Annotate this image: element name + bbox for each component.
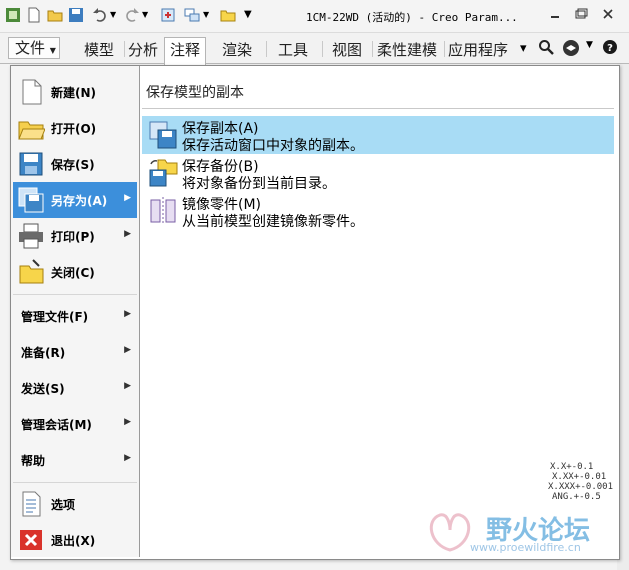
tab-applications[interactable]: 应用程序 — [448, 39, 508, 60]
dropdown-icon[interactable]: ▼ — [142, 10, 158, 26]
menu-item-new[interactable]: 新建(N) — [13, 74, 137, 110]
menu-item-help[interactable]: 帮助 ▶ — [13, 442, 137, 478]
submenu-arrow-icon: ▶ — [124, 381, 131, 391]
save-as-icon — [18, 187, 44, 213]
mirror-part-icon — [150, 197, 176, 225]
tab-render[interactable]: 渲染 — [222, 39, 252, 60]
tab-annotate[interactable]: 注释 — [164, 37, 207, 65]
tab-model[interactable]: 模型 — [84, 39, 114, 60]
regenerate-icon[interactable] — [160, 7, 176, 23]
close-folder-icon — [19, 259, 44, 284]
save-backup-icon — [149, 159, 178, 187]
tab-tools[interactable]: 工具 — [278, 39, 308, 60]
window-title: 1CM-22WD (活动的) - Creo Param... — [306, 11, 518, 24]
save-icon[interactable] — [68, 7, 84, 23]
tab-analysis[interactable]: 分析 — [128, 39, 158, 60]
submenu-arrow-icon: ▶ — [124, 229, 131, 239]
submenu-item-save-backup[interactable]: 保存备份(B) 将对象备份到当前目录。 — [142, 154, 614, 192]
open-folder-icon — [18, 121, 45, 140]
search-icon[interactable] — [538, 39, 554, 55]
menu-item-close[interactable]: 关闭(C) — [13, 254, 137, 290]
menu-item-manage-file[interactable]: 管理文件(F) ▶ — [13, 298, 137, 334]
submenu-arrow-icon: ▶ — [124, 453, 131, 463]
menu-item-options[interactable]: 选项 — [13, 486, 137, 522]
windows-icon[interactable] — [184, 7, 200, 23]
submenu-arrow-icon: ▶ — [124, 345, 131, 355]
new-icon[interactable] — [26, 7, 42, 23]
menu-item-exit[interactable]: 退出(X) — [13, 522, 137, 558]
svg-text:?: ? — [607, 43, 613, 54]
submenu-arrow-icon: ▶ — [124, 417, 131, 427]
restore-icon[interactable] — [574, 8, 588, 20]
submenu-arrow-icon: ▶ — [124, 193, 131, 203]
printer-icon — [19, 223, 43, 249]
customize-icon[interactable]: ▼ — [244, 9, 260, 25]
submenu-heading: 保存模型的副本 — [146, 85, 244, 101]
menu-item-prepare[interactable]: 准备(R) ▶ — [13, 334, 137, 370]
redo-icon[interactable] — [124, 7, 140, 23]
file-tab[interactable]: 文件 ▼ — [8, 37, 60, 59]
save-disk-icon — [19, 152, 43, 176]
app-icon[interactable] — [5, 7, 21, 23]
undo-icon[interactable] — [92, 7, 108, 23]
save-copy-icon — [149, 121, 177, 149]
close-icon[interactable] — [601, 8, 615, 20]
tab-view[interactable]: 视图 — [332, 39, 362, 60]
folder-icon[interactable] — [220, 7, 236, 23]
dropdown-icon[interactable]: ▼ — [586, 40, 593, 50]
ribbon-tabs: 文件 ▼ 模型 分析 注释 渲染 工具 视图 柔性建模 应用程序 ▾ ▼ ? — [0, 33, 629, 65]
menu-item-save[interactable]: 保存(S) — [13, 146, 137, 182]
menu-item-open[interactable]: 打开(O) — [13, 110, 137, 146]
tolerance-line: ANG.+-0.5 — [552, 492, 601, 502]
menu-item-send[interactable]: 发送(S) ▶ — [13, 370, 137, 406]
minimize-icon[interactable] — [548, 8, 562, 20]
ribbon-options-icon[interactable]: ▾ — [520, 41, 527, 56]
tolerance-line: X.XXX+-0.001 — [548, 482, 614, 492]
submenu-item-save-copy[interactable]: 保存副本(A) 保存活动窗口中对象的副本。 — [142, 116, 614, 154]
open-icon[interactable] — [47, 7, 63, 23]
submenu-item-mirror-part[interactable]: 镜像零件(M) 从当前模型创建镜像新零件。 — [142, 192, 614, 230]
new-document-icon — [22, 79, 42, 105]
options-icon — [22, 491, 41, 517]
menu-item-save-as[interactable]: 另存为(A) ▶ — [13, 182, 137, 218]
watermark-url: www.proewildfire.cn — [470, 541, 581, 554]
tolerance-line: X.X+-0.1 — [550, 462, 594, 472]
dropdown-icon[interactable]: ▼ — [203, 10, 219, 26]
title-bar: ▼ ▼ ▼ ▼ 1CM-22WD (活动的) - Creo Param... — [0, 0, 629, 33]
exit-icon — [20, 530, 42, 550]
help-center-icon[interactable] — [562, 39, 580, 57]
menu-item-print[interactable]: 打印(P) ▶ — [13, 218, 137, 254]
help-icon[interactable]: ? — [602, 39, 618, 55]
menu-item-manage-session[interactable]: 管理会话(M) ▶ — [13, 406, 137, 442]
save-as-submenu: 保存模型的副本 保存副本(A) 保存活动窗口中对象的副本。 保存备份(B) 将对… — [139, 66, 618, 557]
file-menu: 新建(N) 打开(O) 保存(S) 另存为(A) ▶ 打印(P) ▶ 关闭(C)… — [10, 65, 620, 560]
file-menu-left-pane: 新建(N) 打开(O) 保存(S) 另存为(A) ▶ 打印(P) ▶ 关闭(C)… — [11, 66, 140, 557]
tab-flexible-modeling[interactable]: 柔性建模 — [377, 39, 437, 60]
submenu-arrow-icon: ▶ — [124, 309, 131, 319]
tolerance-line: X.XX+-0.01 — [552, 472, 607, 482]
